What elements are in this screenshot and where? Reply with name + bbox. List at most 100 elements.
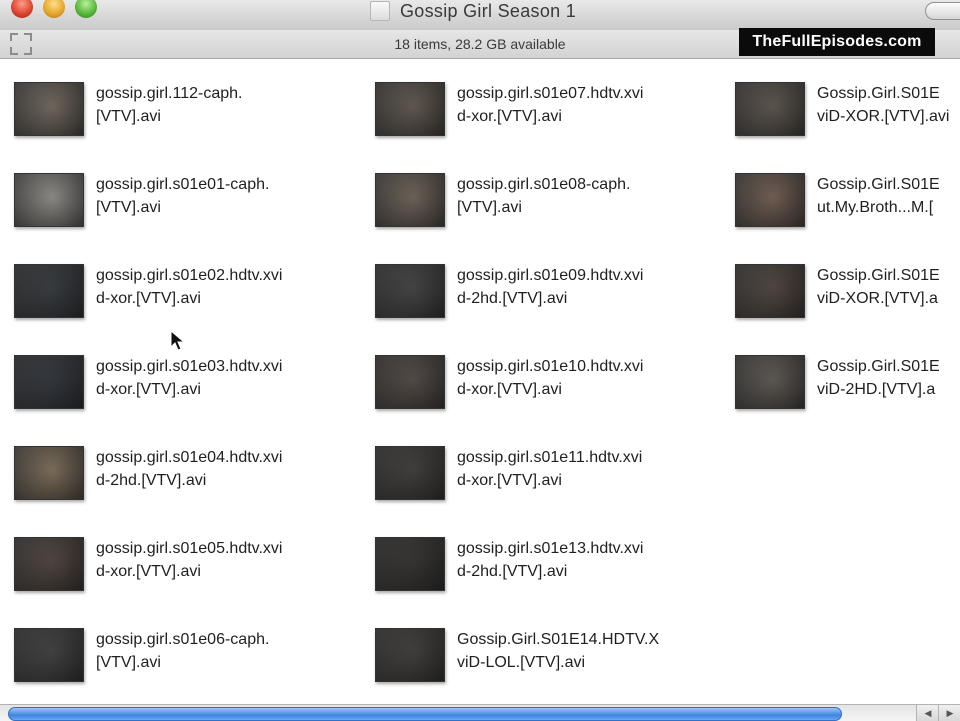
video-thumbnail[interactable] — [735, 82, 805, 136]
file-name[interactable]: gossip.girl.s01e04.hdtv.xvi d-2hd.[VTV].a… — [96, 446, 358, 492]
file-name-line1: gossip.girl.s01e03.hdtv.xvi — [96, 358, 283, 375]
file-name-line1: gossip.girl.s01e08-caph. — [457, 176, 631, 193]
video-thumbnail[interactable] — [14, 537, 84, 591]
file-name-line2: d-2hd.[VTV].avi — [457, 290, 568, 307]
minimize-button-icon[interactable] — [43, 0, 65, 18]
video-thumbnail[interactable] — [14, 446, 84, 500]
file-item[interactable]: Gossip.Girl.S01E14.HDTV.X viD-LOL.[VTV].a… — [375, 628, 735, 698]
file-name-line2: d-xor.[VTV].avi — [457, 472, 562, 489]
watermark-logo: TheFullEpisodes.com — [739, 28, 935, 56]
file-item[interactable]: gossip.girl.s01e06-caph. [VTV].avi — [14, 628, 374, 698]
video-thumbnail[interactable] — [375, 628, 445, 682]
file-item[interactable]: Gossip.Girl.S01E viD-XOR.[VTV].a — [735, 264, 960, 334]
file-name[interactable]: gossip.girl.s01e05.hdtv.xvi d-xor.[VTV].a… — [96, 537, 358, 583]
video-thumbnail[interactable] — [14, 173, 84, 227]
file-item[interactable]: gossip.girl.s01e11.hdtv.xvi d-xor.[VTV].a… — [375, 446, 735, 516]
file-item[interactable]: gossip.girl.s01e09.hdtv.xvi d-2hd.[VTV].a… — [375, 264, 735, 334]
file-name[interactable]: gossip.girl.112-caph. [VTV].avi — [96, 82, 358, 128]
file-name[interactable]: Gossip.Girl.S01E viD-XOR.[VTV].avi — [817, 82, 960, 128]
file-name-line1: gossip.girl.s01e05.hdtv.xvi — [96, 540, 283, 557]
file-name-line1: gossip.girl.s01e02.hdtv.xvi — [96, 267, 283, 284]
video-thumbnail[interactable] — [14, 82, 84, 136]
video-thumbnail[interactable] — [375, 82, 445, 136]
file-item[interactable]: gossip.girl.s01e02.hdtv.xvi d-xor.[VTV].a… — [14, 264, 374, 334]
file-name-line2: d-xor.[VTV].avi — [96, 563, 201, 580]
file-name-line1: Gossip.Girl.S01E14.HDTV.X — [457, 631, 660, 648]
window-title: Gossip Girl Season 1 — [400, 0, 577, 21]
file-name[interactable]: gossip.girl.s01e13.hdtv.xvi d-2hd.[VTV].a… — [457, 537, 719, 583]
file-name[interactable]: gossip.girl.s01e08-caph. [VTV].avi — [457, 173, 719, 219]
window-title-group: Gossip Girl Season 1 — [370, 0, 576, 23]
file-name-line2: d-xor.[VTV].avi — [457, 381, 562, 398]
file-name[interactable]: gossip.girl.s01e06-caph. [VTV].avi — [96, 628, 358, 674]
file-name-line1: gossip.girl.112-caph. — [96, 85, 243, 102]
file-name[interactable]: gossip.girl.s01e07.hdtv.xvi d-xor.[VTV].a… — [457, 82, 719, 128]
mouse-pointer-icon — [170, 330, 186, 351]
video-thumbnail[interactable] — [14, 628, 84, 682]
folder-icon — [370, 1, 390, 21]
video-thumbnail[interactable] — [375, 173, 445, 227]
file-name-line2: d-2hd.[VTV].avi — [457, 563, 568, 580]
scrollbar-thumb[interactable] — [8, 707, 842, 721]
video-thumbnail[interactable] — [375, 355, 445, 409]
file-grid: gossip.girl.112-caph. [VTV].avi gossip.gir… — [0, 59, 960, 704]
file-name-line1: gossip.girl.s01e11.hdtv.xvi — [457, 449, 643, 466]
file-name-line2: [VTV].avi — [457, 199, 522, 216]
video-thumbnail[interactable] — [375, 264, 445, 318]
file-item[interactable]: Gossip.Girl.S01E viD-XOR.[VTV].avi — [735, 82, 960, 152]
file-name-line2: [VTV].avi — [96, 108, 161, 125]
file-item[interactable]: Gossip.Girl.S01E ut.My.Broth...M.[ — [735, 173, 960, 243]
video-thumbnail[interactable] — [735, 173, 805, 227]
file-name-line2: d-2hd.[VTV].avi — [96, 472, 207, 489]
file-item[interactable]: gossip.girl.112-caph. [VTV].avi — [14, 82, 374, 152]
video-thumbnail[interactable] — [375, 446, 445, 500]
file-item[interactable]: gossip.girl.s01e07.hdtv.xvi d-xor.[VTV].a… — [375, 82, 735, 152]
video-thumbnail[interactable] — [735, 264, 805, 318]
file-name-line1: gossip.girl.s01e01-caph. — [96, 176, 270, 193]
close-button-icon[interactable] — [11, 0, 33, 18]
file-item[interactable]: gossip.girl.s01e05.hdtv.xvi d-xor.[VTV].a… — [14, 537, 374, 607]
file-name-line1: gossip.girl.s01e13.hdtv.xvi — [457, 540, 644, 557]
video-thumbnail[interactable] — [14, 355, 84, 409]
file-name[interactable]: gossip.girl.s01e03.hdtv.xvi d-xor.[VTV].a… — [96, 355, 358, 401]
file-item[interactable]: gossip.girl.s01e04.hdtv.xvi d-2hd.[VTV].a… — [14, 446, 374, 516]
file-name-line1: Gossip.Girl.S01E — [817, 176, 940, 193]
file-name[interactable]: gossip.girl.s01e09.hdtv.xvi d-2hd.[VTV].a… — [457, 264, 719, 310]
zoom-button-icon[interactable] — [75, 0, 97, 18]
window-titlebar[interactable]: Gossip Girl Season 1 — [0, 0, 960, 30]
horizontal-scrollbar[interactable]: ◀ ▶ — [0, 704, 960, 721]
file-name[interactable]: gossip.girl.s01e02.hdtv.xvi d-xor.[VTV].a… — [96, 264, 358, 310]
file-name-line1: gossip.girl.s01e10.hdtv.xvi — [457, 358, 644, 375]
file-name-line1: gossip.girl.s01e06-caph. — [96, 631, 270, 648]
file-name-line1: Gossip.Girl.S01E — [817, 358, 940, 375]
file-name[interactable]: Gossip.Girl.S01E viD-2HD.[VTV].a — [817, 355, 960, 401]
scroll-right-arrow-icon[interactable]: ▶ — [938, 705, 960, 721]
file-item[interactable]: Gossip.Girl.S01E viD-2HD.[VTV].a — [735, 355, 960, 425]
scroll-left-arrow-icon[interactable]: ◀ — [916, 705, 939, 721]
file-item[interactable]: gossip.girl.s01e01-caph. [VTV].avi — [14, 173, 374, 243]
file-item[interactable]: gossip.girl.s01e08-caph. [VTV].avi — [375, 173, 735, 243]
file-name-line2: viD-XOR.[VTV].avi — [817, 108, 950, 125]
file-name-line2: [VTV].avi — [96, 654, 161, 671]
file-item[interactable]: gossip.girl.s01e10.hdtv.xvi d-xor.[VTV].a… — [375, 355, 735, 425]
file-name-line2: d-xor.[VTV].avi — [96, 381, 201, 398]
file-name-line2: viD-LOL.[VTV].avi — [457, 654, 586, 671]
file-name-line1: gossip.girl.s01e09.hdtv.xvi — [457, 267, 644, 284]
file-name[interactable]: Gossip.Girl.S01E14.HDTV.X viD-LOL.[VTV].a… — [457, 628, 719, 674]
file-name-line2: viD-XOR.[VTV].a — [817, 290, 938, 307]
file-item[interactable]: gossip.girl.s01e13.hdtv.xvi d-2hd.[VTV].a… — [375, 537, 735, 607]
file-name[interactable]: gossip.girl.s01e10.hdtv.xvi d-xor.[VTV].a… — [457, 355, 719, 401]
file-name[interactable]: Gossip.Girl.S01E viD-XOR.[VTV].a — [817, 264, 960, 310]
file-name[interactable]: gossip.girl.s01e11.hdtv.xvi d-xor.[VTV].a… — [457, 446, 719, 492]
file-name[interactable]: Gossip.Girl.S01E ut.My.Broth...M.[ — [817, 173, 960, 219]
file-name-line2: ut.My.Broth...M.[ — [817, 199, 934, 216]
video-thumbnail[interactable] — [14, 264, 84, 318]
video-thumbnail[interactable] — [375, 537, 445, 591]
file-item[interactable]: gossip.girl.s01e03.hdtv.xvi d-xor.[VTV].a… — [14, 355, 374, 425]
toolbar-toggle-button[interactable] — [925, 2, 960, 20]
file-name-line2: viD-2HD.[VTV].a — [817, 381, 936, 398]
file-name[interactable]: gossip.girl.s01e01-caph. [VTV].avi — [96, 173, 358, 219]
file-name-line1: Gossip.Girl.S01E — [817, 85, 940, 102]
file-name-line2: [VTV].avi — [96, 199, 161, 216]
video-thumbnail[interactable] — [735, 355, 805, 409]
